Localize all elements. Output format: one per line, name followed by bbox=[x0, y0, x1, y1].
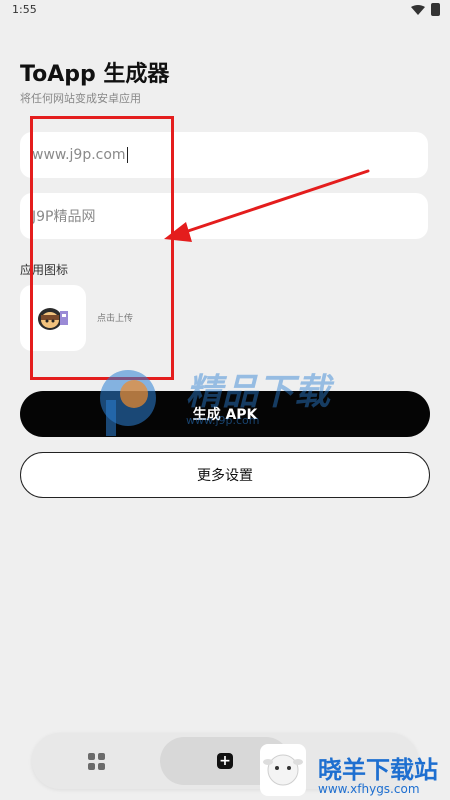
status-icons bbox=[411, 3, 440, 16]
text-caret bbox=[126, 147, 128, 163]
app-icon-preview bbox=[36, 305, 70, 331]
plus-icon: + bbox=[217, 753, 233, 769]
corner-watermark: 晓羊下载站 www.xfhygs.com bbox=[258, 742, 450, 800]
page-subtitle: 将任何网站变成安卓应用 bbox=[20, 92, 141, 105]
url-input-value: www.j9p.com bbox=[32, 147, 126, 163]
more-settings-button[interactable]: 更多设置 bbox=[20, 452, 430, 498]
generate-apk-button[interactable]: 生成 APK bbox=[20, 391, 430, 437]
app-icon-picker[interactable] bbox=[20, 285, 86, 351]
upload-hint: 点击上传 bbox=[97, 314, 134, 324]
sheep-mascot-icon bbox=[260, 744, 306, 796]
status-time: 1:55 bbox=[12, 3, 37, 16]
app-name-input-value: J9P精品网 bbox=[32, 209, 96, 225]
wifi-icon bbox=[411, 4, 425, 15]
grid-icon bbox=[87, 752, 105, 770]
corner-brand: 晓羊下载站 bbox=[318, 756, 438, 784]
nav-apps-tab[interactable] bbox=[62, 737, 130, 785]
status-bar: 1:55 bbox=[0, 0, 450, 22]
more-settings-label: 更多设置 bbox=[197, 468, 253, 484]
generate-apk-label: 生成 APK bbox=[192, 407, 258, 423]
app-icon-label: 应用图标 bbox=[20, 263, 69, 277]
battery-icon bbox=[431, 3, 440, 16]
app-name-input[interactable]: J9P精品网 bbox=[20, 193, 428, 239]
corner-url: www.xfhygs.com bbox=[318, 782, 420, 796]
page-title: ToApp 生成器 bbox=[20, 62, 170, 87]
url-input[interactable]: www.j9p.com bbox=[20, 132, 428, 178]
